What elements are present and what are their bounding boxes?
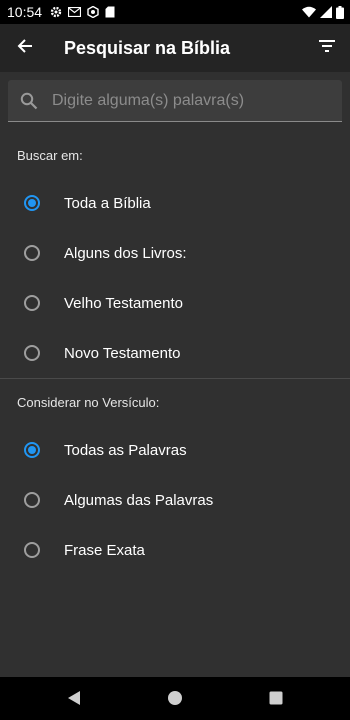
status-bar: 10:54	[0, 0, 350, 24]
status-time: 10:54	[7, 4, 43, 20]
status-system-icons	[302, 5, 344, 19]
radio-button[interactable]	[24, 295, 40, 311]
home-circle-icon[interactable]	[167, 690, 183, 706]
filter-button[interactable]	[303, 24, 350, 72]
radio-button-checked[interactable]	[24, 195, 40, 211]
arrow-back-icon	[17, 38, 33, 59]
page-title: Pesquisar na Bíblia	[64, 37, 231, 58]
radio-button-checked[interactable]	[24, 442, 40, 458]
filter-icon	[319, 39, 335, 57]
match-section-label: Considerar no Versículo:	[17, 395, 160, 410]
gmail-icon	[68, 7, 82, 17]
radio-label: Alguns dos Livros:	[64, 244, 187, 262]
settings-icon	[50, 6, 62, 18]
back-triangle-icon[interactable]	[66, 690, 82, 706]
recents-square-icon[interactable]	[268, 690, 284, 706]
app-icon	[87, 6, 99, 18]
radio-button[interactable]	[24, 245, 40, 261]
wifi-icon	[302, 6, 316, 18]
radio-option-alguns-dos-livros[interactable]: Alguns dos Livros:	[0, 228, 350, 278]
search-input[interactable]	[52, 80, 342, 121]
app-bar: Pesquisar na Bíblia	[0, 24, 350, 72]
radio-button[interactable]	[24, 345, 40, 361]
radio-option-todas-as-palavras[interactable]: Todas as Palavras	[0, 425, 350, 475]
radio-option-novo-testamento[interactable]: Novo Testamento	[0, 328, 350, 378]
sd-card-icon	[105, 6, 115, 18]
radio-label: Novo Testamento	[64, 344, 181, 362]
battery-icon	[336, 5, 344, 19]
scope-section-label: Buscar em:	[17, 148, 83, 163]
radio-label: Algumas das Palavras	[64, 491, 214, 509]
radio-option-toda-a-biblia[interactable]: Toda a Bíblia	[0, 178, 350, 228]
radio-label: Toda a Bíblia	[64, 194, 151, 212]
status-notification-icons	[50, 6, 115, 18]
radio-label: Frase Exata	[64, 541, 145, 559]
radio-option-velho-testamento[interactable]: Velho Testamento	[0, 278, 350, 328]
radio-option-algumas-das-palavras[interactable]: Algumas das Palavras	[0, 475, 350, 525]
back-button[interactable]	[1, 24, 49, 72]
system-nav-bar	[0, 677, 350, 720]
search-box[interactable]	[8, 80, 342, 122]
radio-label: Todas as Palavras	[64, 441, 187, 459]
radio-button[interactable]	[24, 492, 40, 508]
radio-option-frase-exata[interactable]: Frase Exata	[0, 525, 350, 575]
signal-icon	[320, 6, 332, 18]
search-icon	[20, 91, 40, 111]
section-divider	[0, 378, 350, 379]
radio-label: Velho Testamento	[64, 294, 183, 312]
radio-button[interactable]	[24, 542, 40, 558]
